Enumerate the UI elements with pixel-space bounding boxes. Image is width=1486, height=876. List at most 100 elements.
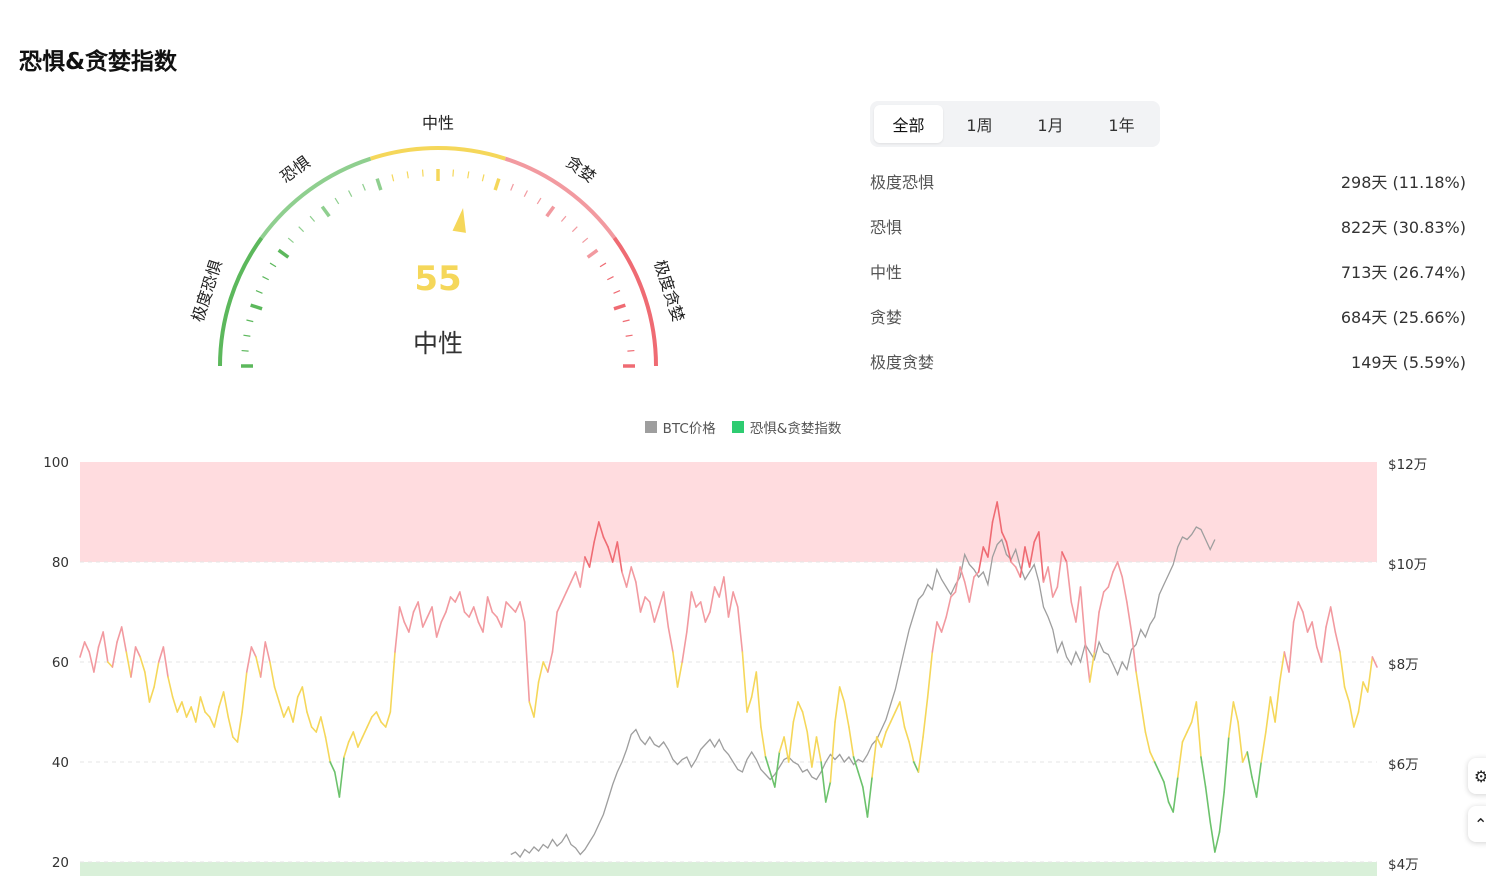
series-fear-greed-segment <box>426 606 433 618</box>
series-fear-greed-segment <box>658 591 665 608</box>
series-fear-greed-segment <box>1292 601 1300 623</box>
gauge-tick <box>421 169 424 177</box>
series-fear-greed-segment <box>774 751 781 788</box>
series-fear-greed-segment <box>1107 571 1114 588</box>
series-fear-greed-segment <box>320 716 327 738</box>
series-fear-greed-segment <box>931 621 938 653</box>
series-fear-greed-segment <box>899 701 906 728</box>
series-fear-greed-segment <box>440 611 447 623</box>
series-fear-greed-segment <box>834 686 841 723</box>
series-fear-greed-segment <box>736 606 744 653</box>
series-fear-greed-segment <box>917 736 924 773</box>
legend-item-index[interactable]: 恐惧&贪婪指数 <box>731 417 841 437</box>
series-fear-greed-segment <box>1135 671 1142 703</box>
series-fear-greed-segment <box>1288 621 1295 673</box>
series-fear-greed-segment <box>357 736 364 748</box>
series-fear-greed-segment <box>1265 696 1272 733</box>
series-fear-greed-segment <box>686 591 693 633</box>
settings-button[interactable]: ⚙ <box>1468 758 1486 794</box>
series-fear-greed-segment <box>459 591 466 613</box>
series-fear-greed-segment <box>551 611 558 653</box>
tab-1month[interactable]: 1月 <box>1016 105 1085 143</box>
series-fear-greed-segment <box>463 611 470 618</box>
gauge-tick <box>375 178 383 191</box>
series-fear-greed-segment <box>894 701 901 713</box>
series-fear-greed-segment <box>505 601 512 608</box>
series-fear-greed-segment <box>1186 721 1193 733</box>
series-fear-greed-segment <box>750 671 758 698</box>
gear-icon: ⚙ <box>1474 766 1486 786</box>
series-fear-greed-segment <box>1278 651 1286 683</box>
legend-item-btc[interactable]: BTC价格 <box>644 417 716 437</box>
tab-all[interactable]: 全部 <box>874 105 943 143</box>
series-fear-greed-segment <box>1255 761 1262 798</box>
series-fear-greed-segment <box>371 711 378 718</box>
chevron-up-icon: ⌃ <box>1474 814 1486 834</box>
time-range-tabs: 全部 1周 1月 1年 <box>870 101 1160 147</box>
gauge-tick <box>334 197 340 205</box>
series-fear-greed-segment <box>287 706 294 723</box>
series-fear-greed-segment <box>556 601 563 613</box>
series-fear-greed-segment <box>343 741 350 758</box>
series-fear-greed-segment <box>195 696 202 723</box>
series-fear-greed-segment <box>1098 591 1105 613</box>
gauge-arc-zone <box>370 146 506 161</box>
series-fear-greed-segment <box>519 601 526 623</box>
tab-1year[interactable]: 1年 <box>1087 105 1156 143</box>
series-fear-greed-segment <box>1190 701 1198 723</box>
series-fear-greed-segment <box>533 681 540 718</box>
series-fear-greed-segment <box>695 601 702 608</box>
series-fear-greed-segment <box>93 646 100 673</box>
stat-row-neutral: 中性 713天 (26.74%) <box>870 248 1466 293</box>
series-fear-greed-segment <box>1177 741 1184 778</box>
gauge-tick <box>571 226 578 233</box>
series-fear-greed-segment <box>746 696 753 713</box>
series-fear-greed-segment <box>232 736 239 743</box>
gauge-tick <box>391 174 395 182</box>
series-fear-greed-segment <box>79 641 86 658</box>
scroll-top-button[interactable]: ⌃ <box>1468 806 1486 842</box>
stat-label: 极度贪婪 <box>870 352 935 372</box>
y-right-tick-label: $8万 <box>1388 657 1419 673</box>
series-fear-greed-segment <box>125 651 132 678</box>
gauge-zone-label: 贪婪 <box>562 152 599 186</box>
series-fear-greed-segment <box>208 716 216 728</box>
series-fear-greed-segment <box>1237 721 1244 763</box>
series-fear-greed-segment <box>1348 701 1355 728</box>
series-fear-greed-segment <box>500 601 507 628</box>
series-fear-greed-segment <box>653 606 660 623</box>
series-fear-greed-segment <box>245 646 253 673</box>
tab-1week[interactable]: 1周 <box>945 105 1014 143</box>
series-fear-greed-segment <box>1306 621 1313 633</box>
series-fear-greed-segment <box>167 676 174 698</box>
series-fear-greed-segment <box>185 706 192 718</box>
gauge-tick <box>493 178 501 191</box>
gauge-tick <box>277 248 290 259</box>
gauge-tick <box>627 349 635 352</box>
stat-row-fear: 恐惧 822天 (30.83%) <box>870 203 1466 248</box>
series-fear-greed-segment <box>1116 561 1124 578</box>
stat-value: 684天 (25.66%) <box>1340 307 1466 327</box>
series-fear-greed-segment <box>574 571 582 588</box>
series-fear-greed-segment <box>1153 761 1161 773</box>
gauge-tick <box>320 205 331 218</box>
gauge-zone-label: 极度贪婪 <box>650 258 688 325</box>
series-fear-greed-segment <box>324 736 331 763</box>
series-fear-greed-segment <box>732 591 739 608</box>
series-fear-greed-segment <box>1065 561 1073 603</box>
series-fear-greed-segment <box>1181 731 1188 743</box>
gauge-label: 中性 <box>413 329 463 358</box>
series-fear-greed-segment <box>269 661 276 688</box>
series-fear-greed-segment <box>296 686 304 698</box>
series-fear-greed-segment <box>1075 586 1082 623</box>
series-fear-greed-segment <box>690 591 697 608</box>
series-fear-greed-segment <box>787 721 795 763</box>
gauge-tick <box>243 334 251 337</box>
series-fear-greed-segment <box>778 736 785 753</box>
series-fear-greed-segment <box>496 616 503 628</box>
gauge-zone-label: 中性 <box>422 114 454 133</box>
y-right-tick-label: $4万 <box>1388 857 1419 873</box>
series-fear-greed-segment <box>1172 776 1179 813</box>
series-fear-greed-segment <box>866 776 873 818</box>
series-fear-greed-segment <box>1311 621 1318 648</box>
